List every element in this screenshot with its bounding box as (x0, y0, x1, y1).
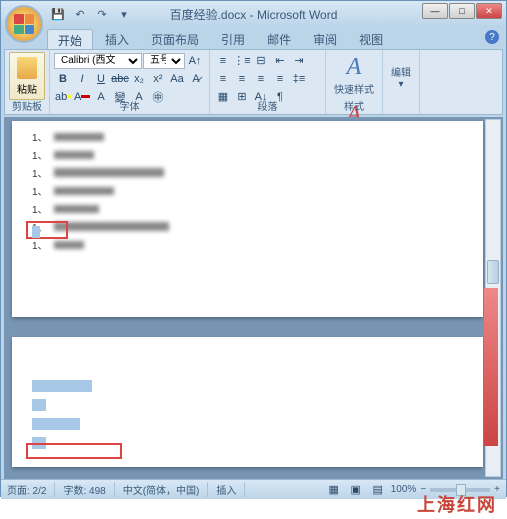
undo-icon[interactable]: ↶ (71, 5, 89, 23)
list-item: 1、 (32, 183, 463, 198)
selected-text (32, 399, 46, 411)
quick-styles-button[interactable]: A 快速样式 (334, 54, 374, 96)
clipboard-group-label: 剪贴板 (5, 98, 49, 113)
group-styles: A 快速样式 A 更改样式 样式 (326, 50, 383, 114)
selected-text (32, 418, 80, 430)
selected-text (32, 380, 92, 392)
scroll-annotation-arrow (484, 288, 498, 446)
styles-group-label: 样式 (326, 98, 382, 113)
qat-dropdown-icon[interactable]: ▾ (115, 5, 133, 23)
paste-button[interactable]: 粘贴 (9, 52, 45, 100)
numbering-button[interactable]: ⋮≡ (233, 52, 251, 69)
indent-dec-button[interactable]: ⇤ (271, 52, 289, 69)
app-window: 💾 ↶ ↷ ▾ 百度经验.docx - Microsoft Word — □ ✕… (0, 0, 507, 497)
status-page[interactable]: 页面: 2/2 (7, 482, 55, 497)
grow-font-icon[interactable]: A↑ (186, 52, 204, 69)
ribbon-tabs: 开始 插入 页面布局 引用 邮件 审阅 视图 (47, 27, 506, 49)
list-item: 1、 (32, 147, 463, 162)
tab-layout[interactable]: 页面布局 (141, 29, 209, 49)
tab-home[interactable]: 开始 (47, 29, 93, 49)
group-editing: 编辑 ▾ (383, 50, 420, 114)
status-mode[interactable]: 插入 (216, 482, 245, 497)
highlight-annotation-2 (26, 443, 122, 459)
subscript-button[interactable]: x₂ (130, 70, 148, 87)
view-fullscreen-icon[interactable]: ▣ (347, 481, 365, 498)
page-2[interactable] (12, 337, 483, 467)
quick-styles-label: 快速样式 (334, 81, 374, 96)
editing-label[interactable]: 编辑 (391, 64, 411, 79)
font-group-label: 字体 (50, 98, 209, 113)
tab-review[interactable]: 审阅 (303, 29, 347, 49)
justify-button[interactable]: ≡ (271, 70, 289, 87)
status-language[interactable]: 中文(简体，中国) (123, 482, 209, 497)
vertical-scrollbar[interactable] (485, 119, 501, 477)
tab-insert[interactable]: 插入 (95, 29, 139, 49)
list-item: 1、 (32, 237, 463, 252)
bullets-button[interactable]: ≡ (214, 52, 232, 69)
window-title: 百度经验.docx - Microsoft Word (170, 6, 338, 23)
line-spacing-button[interactable]: ‡≡ (290, 70, 308, 87)
tab-references[interactable]: 引用 (211, 29, 255, 49)
underline-button[interactable]: U (92, 70, 110, 87)
multilevel-button[interactable]: ⊟ (252, 52, 270, 69)
selection-mark (32, 226, 40, 238)
ribbon: 粘贴 剪贴板 Calibri (西文 五号 A↑ B I U abc x₂ x²… (4, 49, 503, 115)
window-controls: — □ ✕ (422, 3, 502, 19)
font-size-select[interactable]: 五号 (143, 53, 185, 69)
bold-button[interactable]: B (54, 70, 72, 87)
list-item: 1、 (32, 201, 463, 216)
titlebar: 💾 ↶ ↷ ▾ 百度经验.docx - Microsoft Word — □ ✕ (1, 1, 506, 27)
editing-dropdown-icon[interactable]: ▾ (398, 79, 403, 90)
group-font: Calibri (西文 五号 A↑ B I U abc x₂ x² Aa A̷ … (50, 50, 210, 114)
paragraph-group-label: 段落 (210, 98, 325, 113)
tab-view[interactable]: 视图 (349, 29, 393, 49)
office-button[interactable] (5, 5, 43, 43)
close-button[interactable]: ✕ (476, 3, 502, 19)
paste-icon (17, 57, 37, 79)
minimize-button[interactable]: — (422, 3, 448, 19)
list-item: 1、 (32, 219, 463, 234)
clear-format-button[interactable]: A̷ (187, 70, 205, 87)
watermark: 上海红网 (417, 491, 497, 517)
change-case-button[interactable]: Aa (168, 70, 186, 87)
scrollbar-thumb[interactable] (487, 260, 499, 284)
status-words[interactable]: 字数: 498 (63, 482, 114, 497)
page-1[interactable]: 1、 1、 1、 1、 1、 1、 1、 (12, 121, 483, 317)
italic-button[interactable]: I (73, 70, 91, 87)
quick-access-toolbar: 💾 ↶ ↷ ▾ (49, 5, 133, 23)
office-logo-icon (14, 14, 34, 34)
align-center-button[interactable]: ≡ (233, 70, 251, 87)
tab-mail[interactable]: 邮件 (257, 29, 301, 49)
group-paragraph: ≡ ⋮≡ ⊟ ⇤ ⇥ ≡ ≡ ≡ ≡ ‡≡ ▦ ⊞ A↓ ¶ 段落 (210, 50, 326, 114)
list-item: 1、 (32, 165, 463, 180)
font-family-select[interactable]: Calibri (西文 (54, 53, 142, 69)
document-area[interactable]: 1、 1、 1、 1、 1、 1、 1、 (4, 117, 503, 479)
indent-inc-button[interactable]: ⇥ (290, 52, 308, 69)
zoom-level[interactable]: 100% (391, 484, 417, 495)
highlight-annotation-1 (26, 221, 68, 239)
quick-styles-icon: A (347, 54, 362, 81)
group-clipboard: 粘贴 剪贴板 (5, 50, 50, 114)
view-web-icon[interactable]: ▤ (369, 481, 387, 498)
view-print-layout-icon[interactable]: ▦ (325, 481, 343, 498)
redo-icon[interactable]: ↷ (93, 5, 111, 23)
superscript-button[interactable]: x² (149, 70, 167, 87)
align-left-button[interactable]: ≡ (214, 70, 232, 87)
align-right-button[interactable]: ≡ (252, 70, 270, 87)
save-icon[interactable]: 💾 (49, 5, 67, 23)
strike-button[interactable]: abc (111, 70, 129, 87)
maximize-button[interactable]: □ (449, 3, 475, 19)
help-icon[interactable]: ? (485, 30, 499, 44)
paste-label: 粘贴 (17, 81, 37, 96)
list-item: 1、 (32, 129, 463, 144)
